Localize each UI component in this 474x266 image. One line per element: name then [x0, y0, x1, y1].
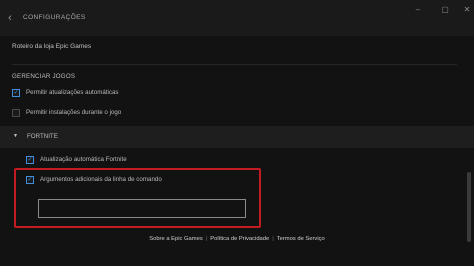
- footer-links: Sobre a Epic Games | Política de Privacida…: [0, 236, 474, 250]
- install-during-game-row[interactable]: Permitir instalações durante o jogo: [12, 108, 212, 118]
- back-arrow-icon[interactable]: ‹: [4, 11, 16, 25]
- auto-updates-row[interactable]: ✓ Permitir atualizações automáticas: [12, 88, 212, 98]
- install-during-game-checkbox[interactable]: [12, 109, 20, 117]
- fortnite-auto-update-label: Atualização automática Fortnite: [40, 156, 127, 163]
- fortnite-auto-update-row[interactable]: ✓ Atualização automática Fortnite: [26, 155, 226, 165]
- page-title: CONFIGURAÇÕES: [23, 14, 86, 21]
- check-icon: ✓: [13, 90, 19, 96]
- fortnite-auto-update-checkbox[interactable]: ✓: [26, 156, 34, 164]
- command-args-label: Argumentos adicionais da linha de comand…: [40, 176, 162, 183]
- settings-content: Roteiro da loja Epic Games GERENCIAR JOG…: [0, 36, 474, 266]
- caret-down-icon[interactable]: ▼: [13, 133, 18, 139]
- close-icon[interactable]: ✕: [462, 5, 472, 15]
- minimize-icon[interactable]: –: [413, 5, 423, 15]
- check-icon: ✓: [27, 157, 33, 163]
- terms-of-service-link[interactable]: Termos de Serviço: [275, 236, 327, 242]
- maximize-icon[interactable]: ▢: [440, 5, 450, 15]
- divider: [12, 64, 457, 65]
- auto-updates-label: Permitir atualizações automáticas: [26, 89, 119, 96]
- title-bar: ‹ CONFIGURAÇÕES – ▢ ✕: [0, 0, 474, 36]
- check-icon: ✓: [27, 177, 33, 183]
- install-during-game-label: Permitir instalações durante o jogo: [26, 109, 122, 116]
- privacy-policy-link[interactable]: Política de Privacidade: [208, 236, 271, 242]
- store-route-link[interactable]: Roteiro da loja Epic Games: [12, 43, 91, 50]
- fortnite-label: FORTNITE: [27, 133, 58, 140]
- manage-games-heading: GERENCIAR JOGOS: [12, 73, 76, 80]
- about-epic-link[interactable]: Sobre a Epic Games: [147, 236, 205, 242]
- auto-updates-checkbox[interactable]: ✓: [12, 89, 20, 97]
- command-args-row[interactable]: ✓ Argumentos adicionais da linha de coma…: [26, 175, 226, 185]
- command-args-checkbox[interactable]: ✓: [26, 176, 34, 184]
- fortnite-section-header[interactable]: ▼ FORTNITE: [0, 126, 474, 148]
- scrollbar[interactable]: [467, 172, 471, 242]
- command-args-input[interactable]: [38, 199, 246, 218]
